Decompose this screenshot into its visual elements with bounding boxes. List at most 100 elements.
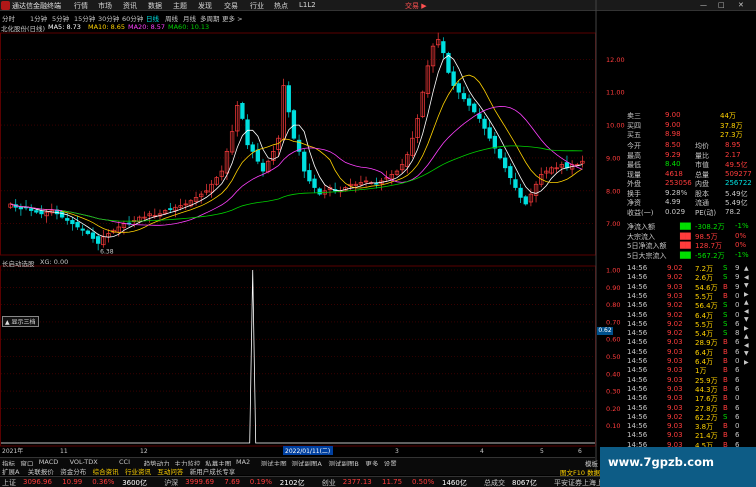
stat-label: 最低 xyxy=(627,161,641,169)
tick-price: 9.03 xyxy=(667,291,683,300)
tick-time: 14:56 xyxy=(627,422,648,431)
tick-price: 9.03 xyxy=(667,375,683,384)
candle-body xyxy=(502,157,508,169)
stat-value: 8.50 xyxy=(665,141,681,149)
extension-tab[interactable]: 综合资讯 xyxy=(93,466,119,476)
tick-side: B xyxy=(723,403,728,412)
stat-row: 现量 4618 总量 509277 xyxy=(590,170,756,180)
tick-count: 0 xyxy=(735,310,740,319)
candle-body xyxy=(260,162,266,172)
indicator-tab[interactable]: VOL-TDX xyxy=(70,458,98,466)
candle-body xyxy=(307,170,312,182)
candle-body xyxy=(472,103,477,113)
indicator-tab[interactable]: MA2 xyxy=(236,458,250,466)
tick-time: 14:56 xyxy=(627,357,648,365)
tick-side: B xyxy=(723,338,728,347)
ma60-line xyxy=(62,145,583,222)
flow-pct: -1% xyxy=(735,222,749,230)
status-item: 7.69 xyxy=(224,478,240,486)
date-label: 4 xyxy=(480,448,484,455)
extension-tab[interactable]: 资金分布 xyxy=(60,466,86,476)
extension-tab[interactable]: 关联报价 xyxy=(28,466,54,476)
tick-price: 9.02 xyxy=(667,329,683,338)
flow-label: 5日大宗流入 xyxy=(627,251,667,260)
extension-tab[interactable]: 新用户成长专享 xyxy=(190,466,236,476)
tick-count: 0 xyxy=(735,394,740,403)
status-item: 总成交 xyxy=(484,479,505,487)
stat-value: 49.5亿 xyxy=(725,161,748,169)
tick-side: B xyxy=(723,394,728,403)
candle-body xyxy=(312,178,317,188)
candle-body xyxy=(482,118,487,129)
price-tick-label: 12.00 xyxy=(606,56,625,64)
candle-body xyxy=(456,83,461,93)
stat-value: 8.40 xyxy=(665,160,681,168)
tick-side: S xyxy=(723,301,728,310)
extension-tab[interactable]: 互动问答 xyxy=(157,466,183,476)
tick-price: 9.02 xyxy=(667,412,683,421)
tick-side: S xyxy=(723,273,728,282)
flow-row: 5日大宗流入 ▇▇ -567.2万 -1% xyxy=(590,251,756,261)
stat-label: 流通 xyxy=(695,199,709,207)
extension-tab[interactable]: 扩展A xyxy=(2,466,19,476)
tick-side: S xyxy=(723,310,728,319)
status-item: 0.50% xyxy=(412,478,435,486)
stat-row: 收益(一) 0.029 PE(动) 78.2 xyxy=(590,208,756,218)
candle-body xyxy=(59,211,65,218)
stat-label: 最高 xyxy=(627,151,641,160)
level-label: 买五 xyxy=(627,131,641,139)
status-item: 创业 xyxy=(321,479,336,487)
tick-count: 6 xyxy=(735,375,740,384)
stat-label: 外盘 xyxy=(627,180,641,188)
candle-body xyxy=(513,179,518,188)
status-item: 2377.13 xyxy=(342,478,372,486)
candle-body xyxy=(65,218,70,221)
status-item: 3096.96 xyxy=(23,478,52,486)
tick-side: S xyxy=(723,412,728,421)
tick-time: 14:56 xyxy=(627,329,648,338)
tick-time: 14:56 xyxy=(627,384,648,393)
order-level-row: 卖三 9.00 44万 xyxy=(590,111,756,121)
watermark: www.7gpzb.com xyxy=(600,447,756,487)
status-item: 2102亿 xyxy=(279,479,305,487)
tick-price: 9.03 xyxy=(667,431,683,440)
display-three-levels-button[interactable]: ▲ 显示三档 xyxy=(2,316,39,327)
flow-pct: 0% xyxy=(735,231,747,240)
level-price: 9.00 xyxy=(665,120,681,129)
flow-bar-icon: ▇▇ xyxy=(680,222,691,230)
tick-time: 14:56 xyxy=(627,403,648,412)
tick-time: 14:56 xyxy=(627,338,648,347)
indicator-tabs: 指标 窗口 MACD VOL-TDX CCI 趋势动力 主力监控 私募主图 MA2 测试主图 测试副… xyxy=(0,457,595,468)
candle-body xyxy=(240,103,245,119)
candle-body xyxy=(96,236,101,244)
flow-row: 大宗流入 ▇▇ 98.5万 0% xyxy=(590,232,756,242)
indicator-tab[interactable]: CCI xyxy=(119,458,130,466)
low-price-label: 6.38 xyxy=(100,248,114,255)
tick-count: 6 xyxy=(735,347,740,356)
stat-label: 内盘 xyxy=(695,180,709,188)
status-item: 8067亿 xyxy=(512,479,537,487)
tick-time: 14:56 xyxy=(627,301,648,310)
tick-price: 9.02 xyxy=(667,319,683,328)
tick-count: 0 xyxy=(735,357,740,365)
tick-time: 14:56 xyxy=(627,394,648,403)
level-volume: 37.8万 xyxy=(720,121,743,130)
tick-price: 9.03 xyxy=(667,347,683,356)
right-side-tabs[interactable]: ▲ ◀ ▼ ▶ ▲ ◀ ▼ ▶ ▲ ◀ ▼ ▶ xyxy=(744,265,756,367)
tick-side: S xyxy=(723,319,728,328)
candle-body xyxy=(75,222,80,228)
tick-price: 9.02 xyxy=(667,273,683,282)
extension-tab[interactable]: 行业资讯 xyxy=(125,466,151,476)
stat-label: 均价 xyxy=(695,142,709,150)
tick-side: B xyxy=(723,366,728,375)
indicator-tab[interactable]: MACD xyxy=(39,458,58,466)
tick-time: 14:56 xyxy=(627,319,648,328)
date-label: 11 xyxy=(60,448,68,455)
stat-label: 换手 xyxy=(627,189,641,198)
tick-count: 9 xyxy=(735,264,740,272)
tick-side: B xyxy=(723,291,728,300)
level-price: 8.98 xyxy=(665,130,681,138)
candle-body xyxy=(461,93,467,100)
tick-count: 0 xyxy=(735,291,740,300)
candle-body xyxy=(70,220,75,225)
